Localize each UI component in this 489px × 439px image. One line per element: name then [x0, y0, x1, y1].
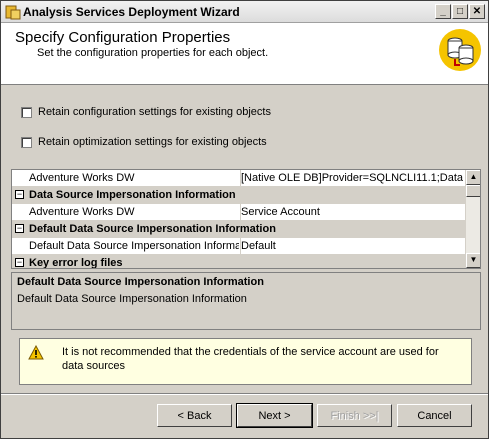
- warning-box: It is not recommended that the credentia…: [19, 338, 472, 385]
- retain-optimization-label[interactable]: Retain optimization settings for existin…: [38, 136, 267, 148]
- property-name: Default Data Source Impersonation Inform…: [29, 240, 239, 252]
- property-name: Adventure Works DW: [29, 206, 135, 218]
- app-icon: [5, 4, 21, 20]
- description-text: Default Data Source Impersonation Inform…: [17, 293, 247, 305]
- scroll-up-button[interactable]: ▲: [466, 170, 480, 185]
- retain-config-checkbox[interactable]: [21, 107, 32, 118]
- description-panel: Default Data Source Impersonation Inform…: [11, 272, 481, 330]
- finish-button[interactable]: Finish >>|: [317, 404, 392, 427]
- grid-scrollbar[interactable]: ▲ ▼: [465, 170, 480, 268]
- retain-optimization-checkbox[interactable]: [21, 137, 32, 148]
- property-value[interactable]: Service Account: [241, 206, 466, 218]
- category-default-impersonation[interactable]: − Default Data Source Impersonation Info…: [12, 221, 466, 238]
- category-label: Default Data Source Impersonation Inform…: [29, 223, 276, 235]
- warning-text: It is not recommended that the credentia…: [62, 346, 439, 372]
- close-button[interactable]: ✕: [469, 4, 485, 19]
- page-subtitle: Set the configuration properties for eac…: [37, 47, 269, 59]
- category-impersonation[interactable]: − Data Source Impersonation Information: [12, 187, 466, 204]
- footer-separator: [1, 393, 488, 395]
- property-name: Adventure Works DW: [29, 172, 135, 184]
- scroll-thumb[interactable]: [466, 185, 480, 197]
- collapse-icon[interactable]: −: [15, 258, 24, 267]
- page-title: Specify Configuration Properties: [15, 29, 231, 46]
- maximize-button[interactable]: □: [452, 4, 468, 19]
- property-grid[interactable]: Adventure Works DW [Native OLE DB]Provid…: [11, 169, 481, 269]
- cancel-button[interactable]: Cancel: [397, 404, 472, 427]
- grid-row-default-impersonation[interactable]: Default Data Source Impersonation Inform…: [12, 238, 466, 255]
- back-button[interactable]: < Back: [157, 404, 232, 427]
- grid-row-data-source[interactable]: Adventure Works DW [Native OLE DB]Provid…: [12, 170, 466, 187]
- collapse-icon[interactable]: −: [15, 224, 24, 233]
- category-label: Data Source Impersonation Information: [29, 189, 236, 201]
- grid-row-impersonation[interactable]: Adventure Works DW Service Account: [12, 204, 466, 221]
- title-bar[interactable]: Analysis Services Deployment Wizard _ □ …: [1, 1, 488, 23]
- collapse-icon[interactable]: −: [15, 190, 24, 199]
- window-title: Analysis Services Deployment Wizard: [23, 5, 240, 19]
- category-label: Key error log files: [29, 257, 123, 269]
- wizard-window: Analysis Services Deployment Wizard _ □ …: [0, 0, 489, 439]
- database-deploy-icon: [438, 28, 482, 72]
- wizard-header: Specify Configuration Properties Set the…: [1, 23, 488, 85]
- property-value[interactable]: [Native OLE DB]Provider=SQLNCLI11.1;Data…: [241, 172, 466, 184]
- warning-icon: [28, 344, 44, 361]
- category-key-error-log[interactable]: − Key error log files: [12, 255, 466, 269]
- retain-config-label[interactable]: Retain configuration settings for existi…: [38, 106, 271, 118]
- description-title: Default Data Source Impersonation Inform…: [17, 276, 264, 288]
- scroll-down-button[interactable]: ▼: [466, 253, 480, 268]
- next-button[interactable]: Next >: [236, 403, 313, 428]
- property-value[interactable]: Default: [241, 240, 466, 252]
- minimize-button[interactable]: _: [435, 4, 451, 19]
